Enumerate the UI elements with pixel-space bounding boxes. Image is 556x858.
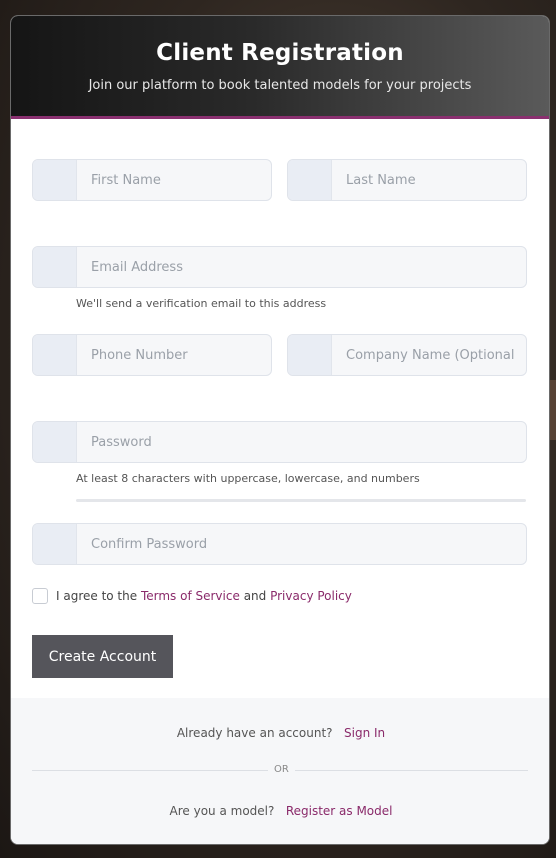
phone-field[interactable] — [32, 334, 272, 376]
page-subtitle: Join our platform to book talented model… — [88, 78, 472, 93]
password-strength-bar — [76, 499, 526, 502]
company-field[interactable] — [287, 334, 527, 376]
password-hint: At least 8 characters with uppercase, lo… — [76, 472, 420, 485]
registration-card: Client Registration Join our platform to… — [10, 15, 550, 845]
last-name-field[interactable] — [287, 159, 527, 201]
privacy-policy-link[interactable]: Privacy Policy — [270, 589, 352, 603]
email-icon — [33, 247, 77, 287]
first-name-icon — [33, 160, 77, 200]
email-input[interactable] — [77, 247, 526, 287]
signin-prompt: Already have an account? — [176, 726, 333, 740]
password-icon — [33, 422, 77, 462]
terms-and: and — [243, 589, 267, 603]
company-input[interactable] — [332, 335, 526, 375]
or-label: OR — [268, 764, 295, 775]
confirm-password-input[interactable] — [77, 524, 526, 564]
terms-prefix: I agree to the — [56, 589, 138, 603]
confirm-password-field[interactable] — [32, 523, 527, 565]
last-name-input[interactable] — [332, 160, 526, 200]
confirm-password-icon — [33, 524, 77, 564]
signin-row: Already have an account? Sign In — [11, 726, 549, 740]
phone-input[interactable] — [77, 335, 271, 375]
email-field[interactable] — [32, 246, 527, 288]
register-as-model-link[interactable]: Register as Model — [286, 804, 393, 818]
signin-link[interactable]: Sign In — [344, 726, 385, 740]
page-title: Client Registration — [156, 40, 404, 66]
create-account-button[interactable]: Create Account — [32, 635, 173, 678]
phone-icon — [33, 335, 77, 375]
first-name-field[interactable] — [32, 159, 272, 201]
terms-agreement: I agree to the Terms of Service and Priv… — [32, 588, 352, 604]
terms-checkbox[interactable] — [32, 588, 48, 604]
terms-of-service-link[interactable]: Terms of Service — [141, 589, 240, 603]
email-hint: We'll send a verification email to this … — [76, 297, 327, 310]
model-row: Are you a model? Register as Model — [11, 804, 549, 818]
model-prompt: Are you a model? — [169, 804, 275, 818]
last-name-icon — [288, 160, 332, 200]
company-icon — [288, 335, 332, 375]
first-name-input[interactable] — [77, 160, 271, 200]
registration-header: Client Registration Join our platform to… — [11, 16, 549, 119]
registration-footer: Already have an account? Sign In OR Are … — [11, 698, 549, 844]
password-field[interactable] — [32, 421, 527, 463]
password-input[interactable] — [77, 422, 526, 462]
